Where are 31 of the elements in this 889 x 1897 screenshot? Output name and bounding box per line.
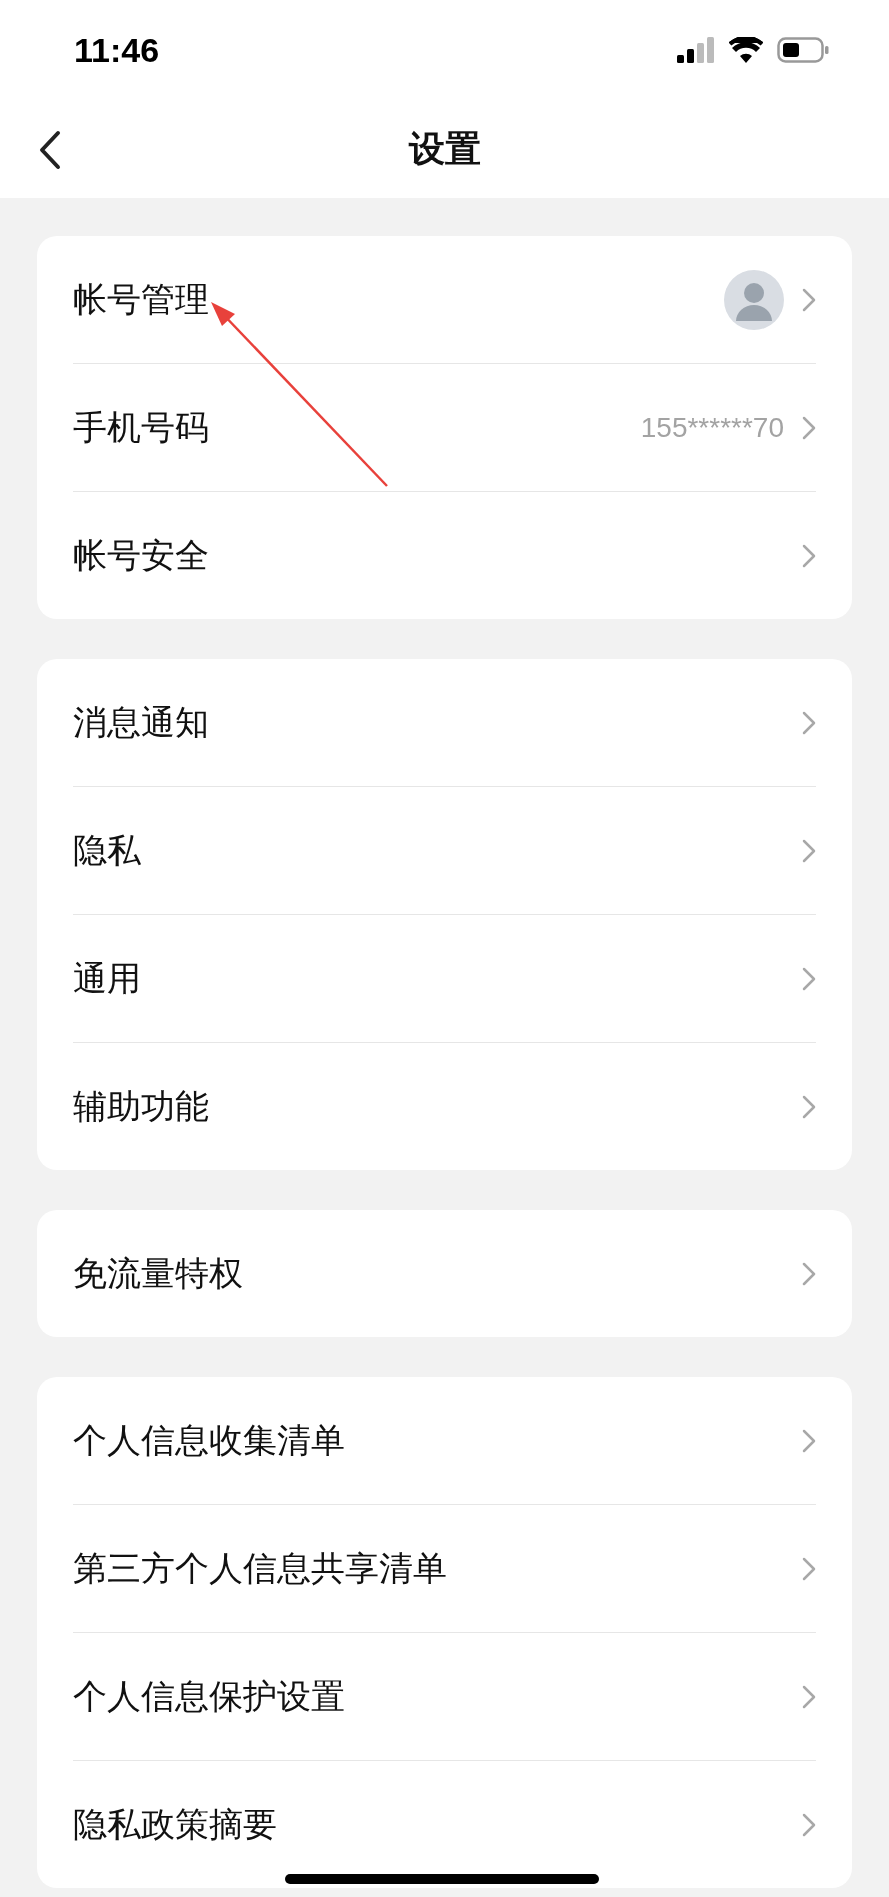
- settings-item[interactable]: 消息通知: [73, 699, 209, 746]
- chevron-icon: [802, 710, 816, 735]
- settings-item[interactable]: 个人信息保护设置: [73, 1673, 345, 1720]
- settings-item[interactable]: 隐私政策摘要: [73, 1801, 277, 1848]
- chevron-icon: [802, 966, 816, 991]
- settings-item[interactable]: 手机号码: [73, 404, 209, 451]
- value-text: 155******70: [640, 411, 784, 444]
- settings-item[interactable]: 通用: [73, 955, 141, 1002]
- chevron-icon: [802, 1812, 816, 1837]
- settings-item[interactable]: 帐号管理: [73, 276, 209, 323]
- status-time: 11:46: [74, 30, 160, 70]
- avatar-icon: [724, 269, 784, 330]
- chevron-icon: [802, 415, 816, 440]
- signal-icon: [677, 37, 715, 63]
- chevron-icon: [802, 838, 816, 863]
- chevron-icon: [802, 1094, 816, 1119]
- chevron-icon: [802, 1684, 816, 1709]
- settings-item[interactable]: 隐私: [73, 827, 141, 874]
- wifi-icon: [729, 37, 763, 63]
- settings-item[interactable]: 帐号安全: [73, 532, 209, 579]
- chevron-icon: [802, 543, 816, 568]
- chevron-icon: [802, 1556, 816, 1581]
- chevron-icon: [802, 1261, 816, 1286]
- battery-icon: [777, 37, 829, 63]
- settings-item[interactable]: 免流量特权: [73, 1250, 243, 1297]
- settings-item[interactable]: 第三方个人信息共享清单: [73, 1545, 447, 1592]
- settings-item[interactable]: 个人信息收集清单: [73, 1417, 345, 1464]
- page-title: 设置: [408, 126, 481, 171]
- chevron-icon: [802, 1428, 816, 1453]
- settings-item[interactable]: 辅助功能: [73, 1083, 209, 1130]
- chevron-icon: [802, 287, 816, 312]
